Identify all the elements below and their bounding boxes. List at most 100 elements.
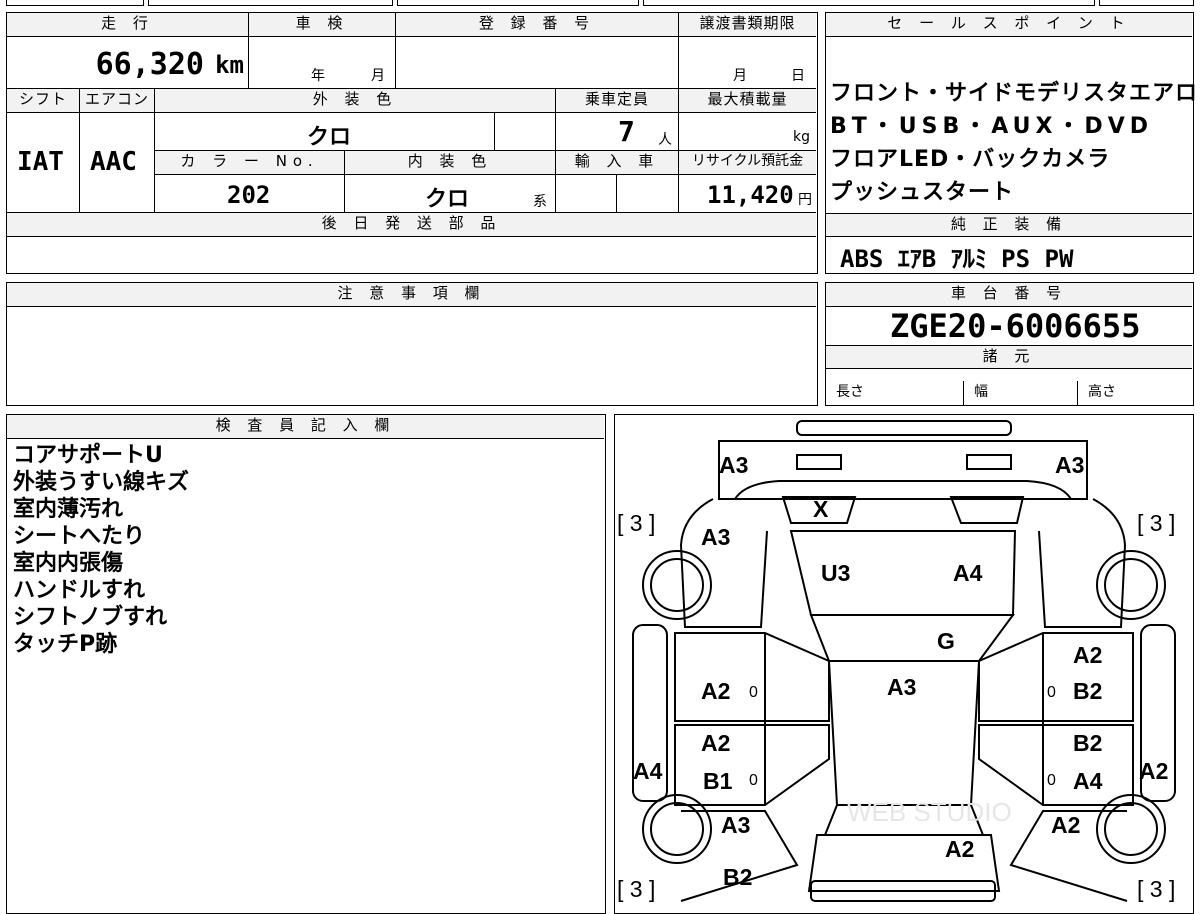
inspector-line-6: ハンドルすれ [13,578,146,603]
mark-rear-bumper: B2 [723,864,752,890]
aircon-cell: AAC [80,113,155,213]
capacity-value: 7 [618,115,635,148]
watermark: WEB STUDIO [847,797,1012,827]
inspection-cell: 年 月 [249,37,396,89]
interior-color-value: クロ [425,187,470,212]
exterior-color-value: クロ [307,125,352,150]
import-cell-2 [617,175,679,213]
registration-label: 登 録 番 号 [396,13,679,37]
inspector-box: 検 査 員 記 入 欄 コアサポートU 外装うすい線キズ 室内薄汚れ シートへた… [6,414,606,914]
shift-value: IAT [17,147,64,177]
top-row-cell-2 [148,0,393,6]
spec-length: 長さ [836,381,964,405]
color-no-cell: 202 [155,175,345,213]
mark-quarter-right: A2 [1051,812,1080,838]
mark-hood-right: A4 [953,560,983,586]
handle-fr: 0 [1047,684,1056,701]
chassis-box: 車 台 番 号 ZGE20-6006655 諸 元 長さ 幅 高さ [825,282,1194,406]
max-load-label: 最大積載量 [679,89,816,113]
top-row-cell-5 [1099,0,1194,6]
mark-rear-door-right-top: B2 [1073,730,1102,756]
mark-sill-left: A4 [633,758,663,784]
transfer-deadline-cell: 月 日 [679,37,816,89]
sales-point-line-2: BT・USB・AUX・DVD [830,114,1153,139]
mileage-cell: 66,320 km [7,37,249,89]
capacity-cell: 7 人 [556,113,679,151]
inspector-line-4: シートへたり [13,524,146,549]
damage-diagram-box: 0 0 0 0 A3 A3 [ 3 ] [ 3 ] X A3 U3 A4 G A… [614,414,1194,914]
inspector-line-1: コアサポートU [13,443,163,468]
car-diagram: 0 0 0 0 A3 A3 [ 3 ] [ 3 ] X A3 U3 A4 G A… [617,420,1176,902]
top-row-cell-3 [397,0,639,6]
capacity-label: 乗車定員 [556,89,679,113]
notes-label: 注 意 事 項 欄 [7,283,816,307]
sales-point-line-1: フロント・サイドモデリスタエアロ [830,81,1199,106]
sales-point-line-3: フロアLED・バックカメラ [830,147,1111,172]
vehicle-info-table: 走 行 車 検 登 録 番 号 譲渡書類期限 66,320 km 年 月 月 日… [6,12,818,274]
mark-tire-rr: [ 3 ] [1137,876,1175,902]
mark-front-door-right: B2 [1073,678,1102,704]
mark-trunk: A2 [945,836,974,862]
inspector-line-8: タッチP跡 [13,632,118,657]
mark-quarter-left: A3 [721,812,750,838]
mark-hood-left: U3 [821,560,850,586]
inspection-month: 月 [371,68,385,84]
inspector-line-7: シフトノブすれ [13,605,168,630]
mark-rear-door-left-top: A2 [701,730,730,756]
top-row-cell-1 [6,0,144,6]
sales-points-label: セ ー ル ス ポ イ ン ト [826,13,1192,37]
handle-rr: 0 [1047,772,1056,789]
max-load-unit: kg [793,129,810,145]
color-no-label: カ ラ ー No. [155,151,345,175]
transfer-deadline-label: 譲渡書類期限 [679,13,816,37]
later-parts-value [7,237,816,272]
equipment-items: ABS ｴｱB ｱﾙﾐ PS PW [840,245,1074,273]
inspector-label: 検 査 員 記 入 欄 [7,415,604,439]
recycle-label: リサイクル預託金 [679,151,816,175]
mark-front-right: A3 [1055,452,1084,478]
interior-color-suffix: 系 [533,194,547,210]
exterior-color-label: 外 装 色 [155,89,556,113]
top-row-cell-4 [643,0,1095,6]
later-parts-label: 後 日 発 送 部 品 [7,213,816,237]
sales-point-line-4: プッシュスタート [830,180,1015,205]
spec-width: 幅 [964,381,1078,405]
transfer-deadline-month: 月 [733,68,747,84]
import-cell [556,175,617,213]
shift-label: シフト [7,89,80,113]
interior-color-cell: クロ 系 [345,175,556,213]
inspector-line-3: 室内薄汚れ [13,497,124,522]
chassis-label: 車 台 番 号 [826,283,1192,307]
interior-color-label: 内 装 色 [345,151,556,175]
handle-fl: 0 [749,684,758,701]
mark-rear-door-left: B1 [703,768,733,794]
max-load-cell: kg [679,113,816,151]
inspector-line-2: 外装うすい線キズ [13,470,190,495]
mark-front-door-right-top: A2 [1073,642,1102,668]
mileage-unit: km [215,51,244,79]
handle-rl: 0 [749,772,758,789]
mileage-label: 走 行 [7,13,249,37]
aircon-value: AAC [90,147,137,177]
mark-front-left: A3 [719,452,748,478]
inspector-line-5: 室内内張傷 [13,551,124,576]
mileage-value: 66,320 [95,47,204,82]
equipment-label: 純 正 装 備 [826,213,1192,237]
exterior-color-cell: クロ [155,113,495,151]
inspection-year: 年 [311,68,325,84]
mark-roof: A3 [887,674,916,700]
spec-height: 高さ [1088,384,1116,400]
exterior-color-code-cell [495,113,556,151]
mark-tire-fl: [ 3 ] [617,510,655,536]
chassis-number: ZGE20-6006655 [890,307,1141,345]
mark-rear-door-right: A4 [1073,768,1103,794]
aircon-label: エアコン [80,89,155,113]
recycle-unit: 円 [798,192,812,208]
import-label: 輸 入 車 [556,151,679,175]
shift-cell: IAT [7,113,80,213]
capacity-unit: 人 [658,132,672,148]
mark-grille: X [813,496,829,522]
registration-cell [396,37,679,89]
mark-front-door-left: A2 [701,678,730,704]
specs-label: 諸 元 [826,345,1192,369]
